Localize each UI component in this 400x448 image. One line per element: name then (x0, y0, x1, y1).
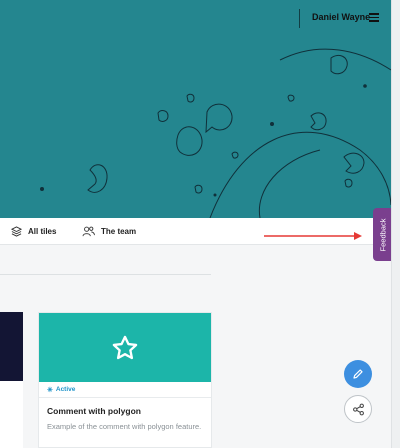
scrollbar[interactable] (391, 0, 400, 448)
tile-card-partial[interactable] (0, 312, 23, 448)
tab-all-tiles[interactable]: All tiles (11, 218, 56, 245)
tile-card[interactable]: ✳ Active Comment with polygon Example of… (38, 312, 212, 448)
tab-label: All tiles (28, 227, 57, 236)
status-badge: ✳ Active (39, 382, 211, 398)
layers-icon (11, 226, 22, 237)
hamburger-icon[interactable] (369, 13, 379, 22)
user-name[interactable]: Daniel Wayne (312, 12, 370, 22)
status-label: Active (55, 386, 76, 393)
tile-media (39, 313, 211, 382)
active-icon: ✳ (47, 386, 53, 394)
header-divider (299, 9, 300, 28)
annotation-arrow (264, 232, 362, 240)
share-button[interactable] (344, 395, 372, 423)
card-title[interactable]: Comment with polygon (39, 398, 211, 416)
share-icon (352, 403, 364, 415)
card-description: Example of the comment with polygon feat… (47, 422, 202, 431)
decorative-doodles (40, 48, 391, 218)
pencil-icon (353, 369, 363, 379)
section-divider (0, 274, 211, 275)
star-icon (112, 335, 138, 359)
feedback-tab[interactable]: Feedback (373, 208, 392, 261)
feedback-label: Feedback (378, 218, 387, 251)
people-icon (82, 226, 95, 237)
tab-the-team[interactable]: The team (82, 218, 136, 245)
tab-label: The team (101, 227, 137, 236)
tile-media (0, 312, 23, 381)
hero-banner: Daniel Wayne (0, 0, 391, 218)
edit-button[interactable] (344, 360, 372, 388)
